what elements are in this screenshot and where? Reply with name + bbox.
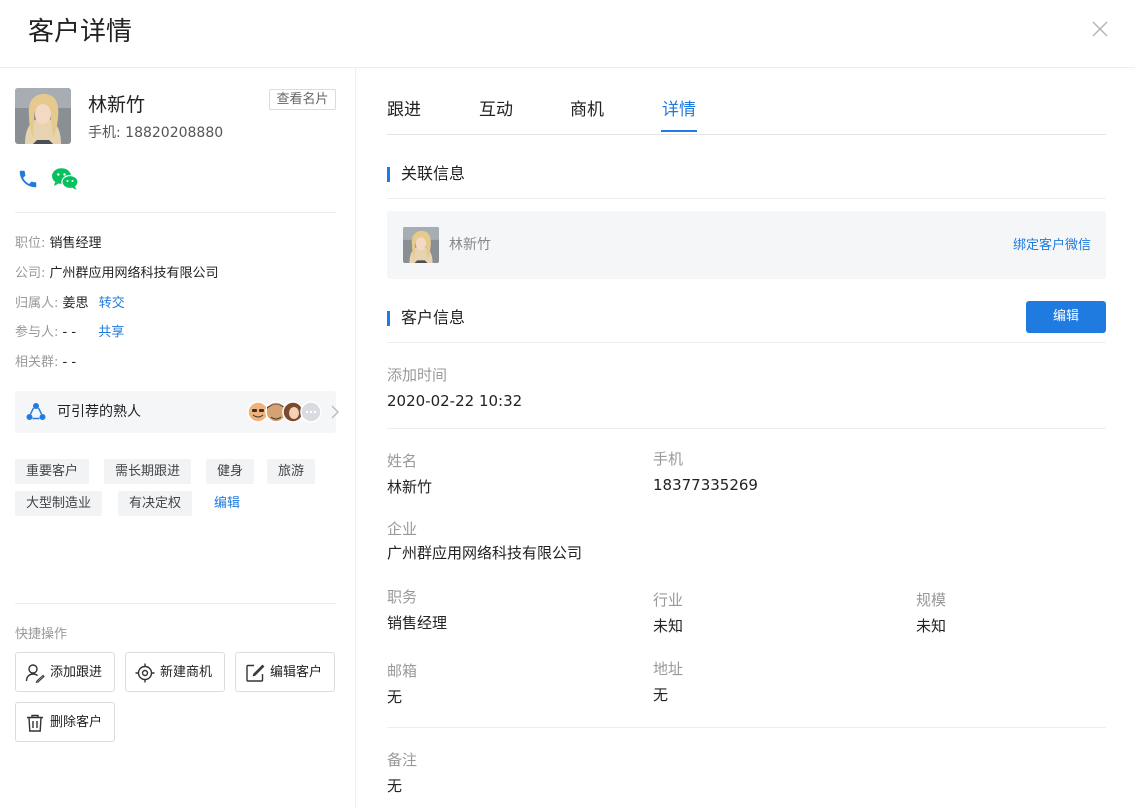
customer-info-title: 客户信息 <box>401 308 466 327</box>
phone-label: 手机: <box>88 125 121 141</box>
info-group: 相关群: - - <box>15 355 77 370</box>
view-card-button[interactable]: 查看名片 <box>269 89 336 110</box>
wechat-icon[interactable] <box>51 167 79 191</box>
bind-wechat-link[interactable]: 绑定客户微信 <box>1013 237 1091 255</box>
info-owner: 归属人: 姜思 转交 <box>15 296 125 311</box>
section-marker <box>387 167 390 182</box>
field-label-mobile: 手机 <box>653 450 684 468</box>
share-link[interactable]: 共享 <box>98 325 124 340</box>
tab-opportunity[interactable]: 商机 <box>570 98 604 122</box>
tag-item: 健身 <box>206 459 255 484</box>
related-customer-name: 林新竹 <box>449 237 491 253</box>
new-opportunity-button[interactable]: 新建商机 <box>125 652 225 692</box>
tab-details[interactable]: 详情 <box>662 98 696 122</box>
tab-interaction[interactable]: 互动 <box>479 98 513 122</box>
dialog-title: 客户详情 <box>28 17 133 47</box>
field-value-mobile: 18377335269 <box>653 476 758 494</box>
edit-tags-link[interactable]: 编辑 <box>214 491 240 516</box>
user-add-icon <box>25 664 45 683</box>
tag-item: 有决定权 <box>118 491 193 516</box>
field-value-industry: 未知 <box>653 617 684 635</box>
field-value-name: 林新竹 <box>387 478 433 496</box>
active-tab-indicator <box>661 130 697 132</box>
field-label-company: 企业 <box>387 520 418 538</box>
tab-divider <box>387 134 1106 135</box>
chevron-right-icon <box>331 405 339 419</box>
field-label-address: 地址 <box>653 660 684 678</box>
divider <box>15 212 336 213</box>
field-value-company: 广州群应用网络科技有限公司 <box>387 544 583 562</box>
customer-name: 林新竹 <box>88 94 146 116</box>
field-value-note: 无 <box>387 777 403 795</box>
tab-followup[interactable]: 跟进 <box>387 98 421 122</box>
info-company: 公司: 广州群应用网络科技有限公司 <box>15 266 219 281</box>
field-value-add-time: 2020-02-22 10:32 <box>387 392 523 410</box>
trash-icon <box>27 714 43 732</box>
tag-item: 大型制造业 <box>15 491 103 516</box>
field-label-scale: 规模 <box>916 591 947 609</box>
section-marker <box>387 311 390 326</box>
share-network-icon <box>26 403 46 420</box>
dialog-header: 客户详情 <box>0 0 1135 68</box>
avatar <box>15 88 71 144</box>
field-value-scale: 未知 <box>916 617 947 635</box>
target-icon <box>135 663 155 683</box>
phone-value: 18820208880 <box>125 125 224 141</box>
add-followup-button[interactable]: 添加跟进 <box>15 652 115 692</box>
customer-summary-panel: 林新竹 手机: 18820208880 查看名片 职位: 销售经理 公司: 广州… <box>0 68 356 808</box>
field-value-email: 无 <box>387 688 403 706</box>
close-icon[interactable] <box>1089 18 1111 40</box>
customer-detail-panel: 跟进 互动 商机 详情 关联信息 林新竹 绑定客户微信 客户信息 编辑 添加时间… <box>357 68 1135 808</box>
quick-actions-title: 快捷操作 <box>15 627 68 642</box>
divider <box>387 727 1106 728</box>
transfer-link[interactable]: 转交 <box>99 296 125 311</box>
field-value-job: 销售经理 <box>387 614 448 632</box>
tag-item: 旅游 <box>267 459 316 484</box>
field-label-industry: 行业 <box>653 591 684 609</box>
phone-icon[interactable] <box>17 168 39 190</box>
edit-customer-button[interactable]: 编辑客户 <box>235 652 335 692</box>
divider <box>387 428 1106 429</box>
customer-phone: 手机: 18820208880 <box>88 123 223 143</box>
related-customer-card: 林新竹 绑定客户微信 <box>387 211 1106 279</box>
field-value-address: 无 <box>653 686 669 704</box>
divider <box>387 198 1106 199</box>
referral-contacts[interactable]: 可引荐的熟人 <box>15 391 339 433</box>
field-label-note: 备注 <box>387 751 418 769</box>
referral-label: 可引荐的熟人 <box>57 404 141 420</box>
avatar <box>403 227 439 263</box>
delete-customer-button[interactable]: 删除客户 <box>15 702 115 742</box>
related-info-title: 关联信息 <box>401 164 466 183</box>
tag-item: 重要客户 <box>15 459 90 484</box>
divider <box>387 342 1106 343</box>
edit-icon <box>246 664 265 682</box>
edit-button[interactable]: 编辑 <box>1026 301 1106 333</box>
info-position: 职位: 销售经理 <box>15 236 102 251</box>
field-label-name: 姓名 <box>387 452 418 470</box>
tag-item: 需长期跟进 <box>104 459 192 484</box>
field-label-add-time: 添加时间 <box>387 366 448 384</box>
field-label-email: 邮箱 <box>387 662 418 680</box>
field-label-job: 职务 <box>387 588 418 606</box>
divider <box>15 603 336 604</box>
info-participant: 参与人: - - 共享 <box>15 325 125 340</box>
contact-avatars <box>247 401 322 423</box>
